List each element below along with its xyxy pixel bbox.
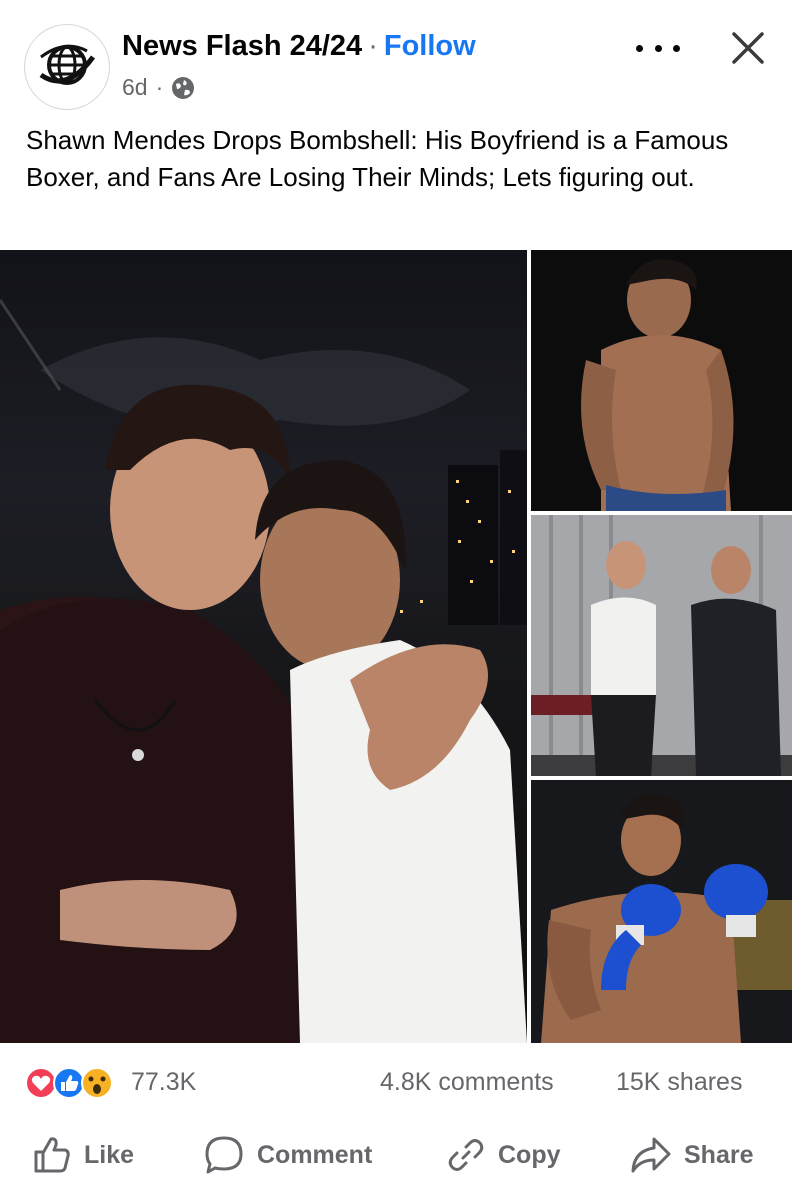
post-caption: Shawn Mendes Drops Bombshell: His Boyfri… [26, 125, 729, 192]
globe-privacy-icon [172, 76, 195, 99]
comment-button[interactable]: Comment [203, 1130, 372, 1180]
follow-button[interactable]: Follow [384, 30, 476, 62]
share-label: Share [684, 1140, 754, 1169]
photo-middle-right[interactable] [531, 515, 792, 776]
post-meta: 6d · [122, 74, 195, 101]
photo-top-right[interactable] [531, 250, 792, 511]
more-options-icon[interactable] [636, 36, 680, 60]
thumbs-up-icon [34, 1137, 70, 1173]
post-time[interactable]: 6d [122, 74, 148, 101]
photo-bottom-right[interactable] [531, 780, 792, 1043]
post-stats: 77.3K 4.8K comments 15K shares [0, 1060, 792, 1104]
photo-two-men-night-city [0, 299, 527, 1043]
photo-main[interactable] [0, 250, 527, 1043]
like-reaction-icon [53, 1067, 85, 1099]
page-name[interactable]: News Flash 24/24 [122, 30, 362, 62]
share-button[interactable]: Share [630, 1130, 753, 1180]
photo-boxer-blue-gloves [541, 793, 792, 1043]
share-arrow-icon [631, 1137, 671, 1173]
reactions-count[interactable]: 77.3K [131, 1068, 196, 1097]
meta-separator: · [155, 74, 164, 100]
globe-logo-icon [39, 44, 96, 85]
reaction-icons[interactable] [24, 1066, 124, 1100]
close-icon[interactable] [728, 28, 768, 68]
link-icon [448, 1139, 484, 1171]
name-separator: · [368, 30, 378, 62]
page-name-row: News Flash 24/24 · Follow [122, 30, 476, 63]
like-button[interactable]: Like [32, 1130, 134, 1180]
comment-label: Comment [257, 1140, 373, 1169]
copy-button[interactable]: Copy [446, 1130, 561, 1180]
photo-two-men-studio [531, 515, 792, 776]
action-bar: Like Comment Copy Share [0, 1130, 792, 1180]
shares-count[interactable]: 15K shares [616, 1068, 742, 1097]
comments-count[interactable]: 4.8K comments [380, 1068, 554, 1097]
photo-shirtless-boxer [581, 259, 734, 511]
like-label: Like [84, 1140, 135, 1169]
wow-reaction-icon [81, 1067, 113, 1099]
copy-label: Copy [498, 1140, 561, 1169]
page-avatar[interactable] [24, 24, 110, 110]
post-header: News Flash 24/24 · Follow 6d · [0, 0, 792, 120]
photo-grid [0, 250, 792, 1044]
love-reaction-icon [25, 1067, 57, 1099]
comment-bubble-icon [205, 1136, 243, 1174]
